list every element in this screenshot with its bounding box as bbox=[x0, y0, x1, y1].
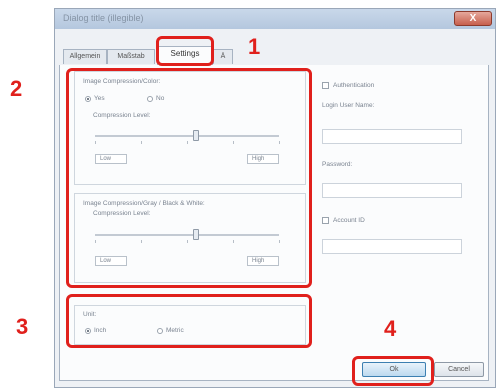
callout-number-3: 3 bbox=[16, 314, 29, 339]
password-label: Password: bbox=[322, 161, 353, 168]
callout-box-unit bbox=[66, 294, 312, 348]
account-id-input[interactable] bbox=[322, 239, 462, 254]
authentication-checkbox[interactable] bbox=[322, 82, 329, 89]
callout-box-settings-tab bbox=[156, 36, 214, 66]
callout-number-2: 2 bbox=[10, 76, 23, 101]
callout-box-ok-button bbox=[352, 356, 434, 386]
callout-number-1: 1 bbox=[248, 34, 261, 59]
tab-general[interactable]: Allgemein bbox=[63, 49, 107, 64]
callout-box-image-compression bbox=[66, 68, 312, 288]
login-user-name-input[interactable] bbox=[322, 129, 462, 144]
login-user-name-label: Login User Name: bbox=[322, 102, 375, 109]
title-bar[interactable]: Dialog title (illegible) X bbox=[55, 9, 495, 29]
password-input[interactable] bbox=[322, 183, 462, 198]
tab-bar: Allgemein Maßstab Settings Ä bbox=[59, 45, 489, 66]
close-button[interactable]: X bbox=[454, 11, 492, 26]
tab-scale[interactable]: Maßstab bbox=[107, 49, 155, 64]
dialog-title: Dialog title (illegible) bbox=[63, 13, 144, 23]
account-id-label: Account ID bbox=[333, 217, 365, 224]
account-id-checkbox[interactable] bbox=[322, 217, 329, 224]
callout-number-4: 4 bbox=[384, 316, 397, 341]
cancel-button[interactable]: Cancel bbox=[434, 362, 484, 377]
tab-more[interactable]: Ä bbox=[213, 49, 233, 64]
authentication-label: Authentication bbox=[333, 82, 375, 89]
